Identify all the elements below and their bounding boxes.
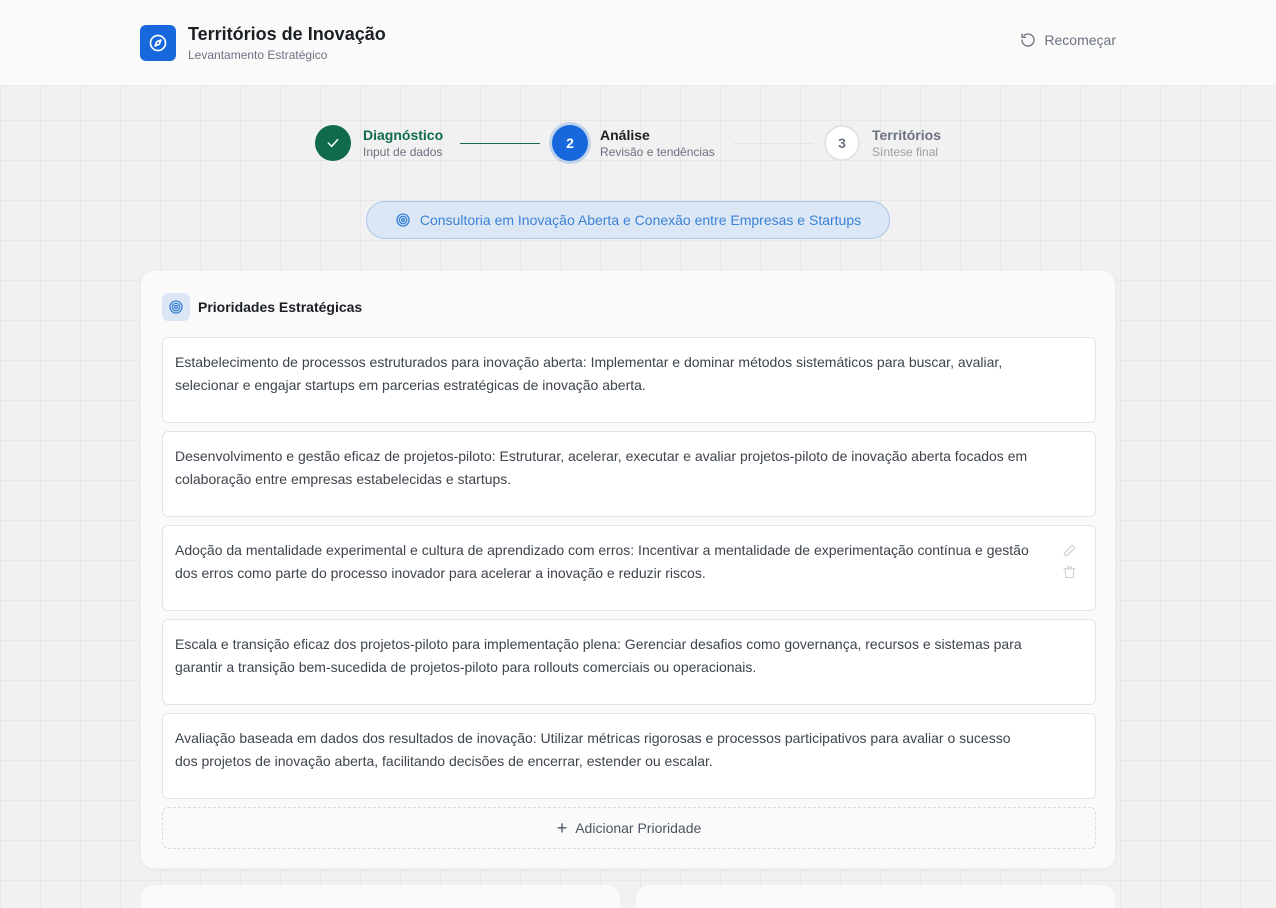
- add-priority-button[interactable]: + Adicionar Prioridade: [162, 807, 1096, 849]
- priority-item[interactable]: Desenvolvimento e gestão eficaz de proje…: [162, 431, 1096, 517]
- step-number: 3: [824, 125, 860, 161]
- consultancy-badge: Consultoria em Inovação Aberta e Conexão…: [366, 201, 890, 239]
- priority-text: Estabelecimento de processos estruturado…: [175, 354, 1003, 393]
- target-icon: [162, 293, 190, 321]
- priority-item[interactable]: Estabelecimento de processos estruturado…: [162, 337, 1096, 423]
- priority-item[interactable]: Escala e transição eficaz dos projetos-p…: [162, 619, 1096, 705]
- restart-icon: [1021, 33, 1036, 47]
- step-diagnostico[interactable]: Diagnóstico Input de dados: [315, 125, 443, 161]
- step-analise[interactable]: 2 Análise Revisão e tendências: [552, 125, 715, 161]
- step-connector: [460, 143, 540, 144]
- step-connector: [733, 143, 813, 144]
- step-territorios[interactable]: 3 Territórios Síntese final: [824, 125, 941, 161]
- priority-text: Desenvolvimento e gestão eficaz de proje…: [175, 448, 1028, 487]
- priority-text: Avaliação baseada em dados dos resultado…: [175, 730, 1011, 769]
- step-sublabel: Revisão e tendências: [600, 145, 715, 159]
- target-icon: [396, 213, 410, 227]
- priority-item[interactable]: Avaliação baseada em dados dos resultado…: [162, 713, 1096, 799]
- priority-text: Adoção da mentalidade experimental e cul…: [175, 542, 1029, 581]
- priority-item[interactable]: Adoção da mentalidade experimental e cul…: [162, 525, 1096, 611]
- edit-icon[interactable]: [1061, 542, 1077, 558]
- card-header: Prioridades Estratégicas: [162, 293, 362, 321]
- priorities-card: Prioridades Estratégicas Estabelecimento…: [140, 270, 1116, 869]
- brand: Territórios de Inovação Levantamento Est…: [140, 24, 386, 62]
- restart-label: Recomeçar: [1044, 32, 1116, 48]
- card-title: Prioridades Estratégicas: [198, 299, 363, 315]
- trash-icon[interactable]: [1061, 564, 1077, 580]
- step-sublabel: Input de dados: [363, 145, 443, 159]
- priority-actions: [1061, 542, 1077, 580]
- plus-icon: +: [556, 818, 568, 838]
- app-subtitle: Levantamento Estratégico: [188, 48, 328, 62]
- app-title: Territórios de Inovação: [188, 24, 386, 44]
- step-label: Análise: [600, 127, 650, 143]
- priority-text: Escala e transição eficaz dos projetos-p…: [175, 636, 1022, 675]
- top-header: Territórios de Inovação Levantamento Est…: [0, 0, 1276, 86]
- check-icon: [315, 125, 351, 161]
- consultancy-label: Consultoria em Inovação Aberta e Conexão…: [419, 212, 862, 228]
- restart-button[interactable]: Recomeçar: [1020, 32, 1116, 48]
- compass-icon: [140, 25, 176, 61]
- step-number: 2: [552, 125, 588, 161]
- step-sublabel: Síntese final: [872, 145, 939, 159]
- step-label: Territórios: [872, 127, 941, 143]
- bottom-card-left: [140, 884, 621, 908]
- step-label: Diagnóstico: [363, 127, 444, 143]
- add-priority-label: Adicionar Prioridade: [575, 820, 702, 836]
- bottom-card-right: [635, 884, 1116, 908]
